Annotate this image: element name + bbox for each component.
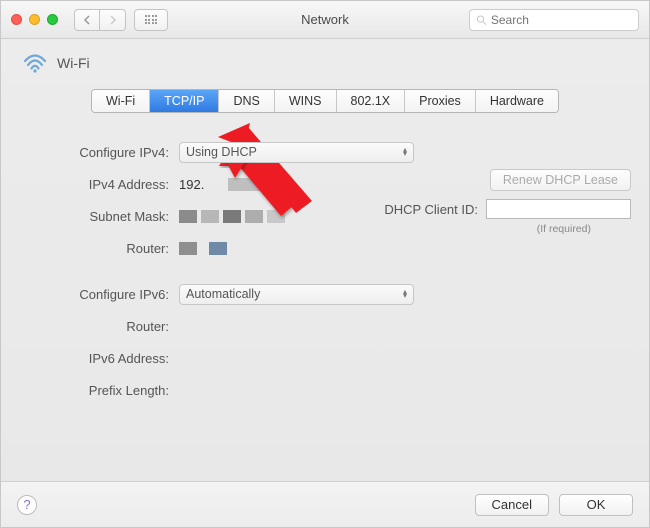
tcpip-form: Configure IPv4: Using DHCP ▴▾ IPv4 Addre… [19, 141, 631, 411]
redacted-block [179, 242, 197, 255]
search-icon [476, 14, 487, 26]
renew-dhcp-lease-button[interactable]: Renew DHCP Lease [490, 169, 631, 191]
redacted-block [179, 210, 197, 223]
router-v6-label: Router: [19, 319, 179, 334]
back-button[interactable] [74, 9, 100, 31]
zoom-icon[interactable] [47, 14, 58, 25]
tab-dns[interactable]: DNS [219, 90, 274, 112]
configure-ipv6-value: Automatically [186, 287, 260, 301]
redacted-block [223, 210, 241, 223]
search-input[interactable] [491, 13, 632, 27]
dhcp-client-id-label: DHCP Client ID: [384, 202, 478, 217]
configure-ipv4-select[interactable]: Using DHCP ▴▾ [179, 142, 414, 163]
close-icon[interactable] [11, 14, 22, 25]
ipv4-address-label: IPv4 Address: [19, 177, 179, 192]
tab-wifi[interactable]: Wi-Fi [92, 90, 150, 112]
connection-name: Wi-Fi [57, 55, 90, 71]
tab-wins[interactable]: WINS [275, 90, 337, 112]
ok-button[interactable]: OK [559, 494, 633, 516]
redacted-block [209, 242, 227, 255]
chevron-updown-icon: ▴▾ [403, 148, 407, 156]
window-controls [11, 14, 58, 25]
tab-8021x[interactable]: 802.1X [337, 90, 406, 112]
help-button[interactable]: ? [17, 495, 37, 515]
configure-ipv6-label: Configure IPv6: [19, 287, 179, 302]
configure-ipv4-label: Configure IPv4: [19, 145, 179, 160]
ipv4-address-value: 192. [179, 177, 272, 192]
cancel-button[interactable]: Cancel [475, 494, 549, 516]
tab-hardware[interactable]: Hardware [476, 90, 558, 112]
tabs: Wi-Fi TCP/IP DNS WINS 802.1X Proxies Har… [91, 89, 559, 113]
wifi-icon [23, 53, 47, 73]
redacted-block [245, 210, 263, 223]
redacted-block [201, 210, 219, 223]
forward-button[interactable] [100, 9, 126, 31]
configure-ipv6-select[interactable]: Automatically ▴▾ [179, 284, 414, 305]
titlebar: Network [1, 1, 649, 39]
dhcp-client-id-input[interactable] [486, 199, 631, 219]
chevron-updown-icon: ▴▾ [403, 290, 407, 298]
minimize-icon[interactable] [29, 14, 40, 25]
show-all-button[interactable] [134, 9, 168, 31]
grid-icon [145, 15, 158, 24]
footer: ? Cancel OK [1, 481, 649, 527]
subnet-mask-label: Subnet Mask: [19, 209, 179, 224]
network-preferences-window: Network Wi-Fi Wi-Fi TCP/IP DNS WINS 802.… [0, 0, 650, 528]
router-v4-value [179, 242, 227, 255]
dhcp-client-id-hint: (If required) [537, 223, 591, 235]
redacted-block [228, 178, 272, 191]
content-area: Wi-Fi Wi-Fi TCP/IP DNS WINS 802.1X Proxi… [1, 39, 649, 481]
search-field[interactable] [469, 9, 639, 31]
router-v4-label: Router: [19, 241, 179, 256]
subnet-mask-value [179, 210, 285, 223]
tab-tcpip[interactable]: TCP/IP [150, 90, 219, 112]
redacted-block [267, 210, 285, 223]
configure-ipv4-value: Using DHCP [186, 145, 257, 159]
prefix-length-label: Prefix Length: [19, 383, 179, 398]
ipv6-address-label: IPv6 Address: [19, 351, 179, 366]
tab-proxies[interactable]: Proxies [405, 90, 476, 112]
connection-header: Wi-Fi [19, 53, 631, 73]
